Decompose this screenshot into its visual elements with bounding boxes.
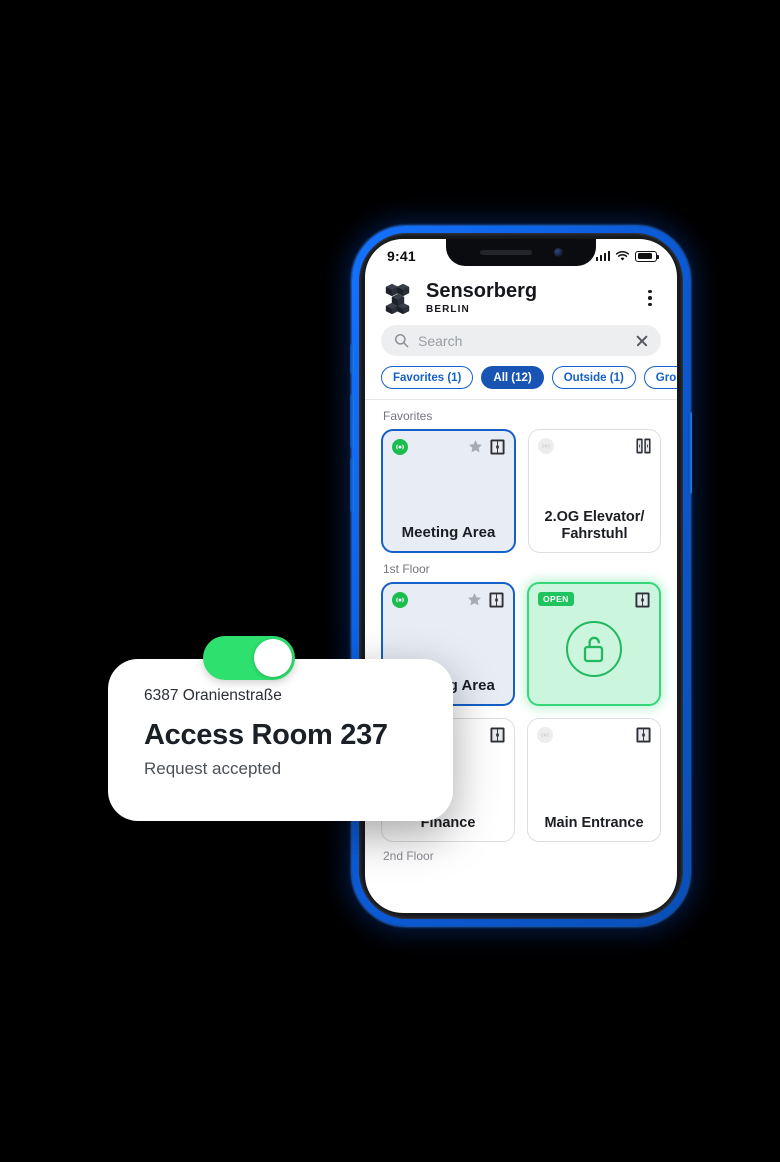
power-button[interactable] xyxy=(688,412,692,494)
brand-name: Sensorberg xyxy=(426,280,538,302)
volume-up-button[interactable] xyxy=(350,394,354,448)
door-card-label xyxy=(529,695,659,704)
sensorberg-cubes-logo xyxy=(385,283,410,314)
toggle-switch-on[interactable] xyxy=(203,636,295,680)
toast-eyebrow: 6387 Oranienstraße xyxy=(144,687,282,704)
search-placeholder: Search xyxy=(418,332,463,349)
toast-title: Access Room 237 xyxy=(144,719,388,751)
toast-subtitle: Request accepted xyxy=(144,759,282,778)
door-card-elevator[interactable]: 2.OG Elevator/ Fahrstuhl xyxy=(528,429,661,553)
card-grid-favorites: Meeting Area 2.OG Elevator/ Fahrstuhl xyxy=(365,429,677,553)
speaker-grille xyxy=(479,250,532,255)
search-input[interactable]: Search xyxy=(381,325,661,356)
front-camera xyxy=(553,248,563,257)
device-notch xyxy=(446,239,596,266)
door-icon xyxy=(490,727,505,743)
brand-block: Sensorberg BERLIN xyxy=(426,280,639,316)
notification-toast[interactable]: 6387 Oranienstraße Access Room 237 Reque… xyxy=(108,636,453,821)
filter-chips[interactable]: Favorites (1) All (12) Outside (1) Groun… xyxy=(365,366,677,400)
door-card-open[interactable]: OPEN xyxy=(527,582,661,706)
close-icon[interactable] xyxy=(635,334,649,348)
app-header: Sensorberg BERLIN xyxy=(365,273,677,323)
bluetooth-off-icon xyxy=(538,438,554,454)
section-label-second-floor: 2nd Floor xyxy=(383,849,434,863)
status-time: 9:41 xyxy=(387,248,416,264)
filter-chip-ground[interactable]: Ground xyxy=(643,366,677,389)
kebab-menu-icon[interactable] xyxy=(639,289,661,307)
brand-subtitle: BERLIN xyxy=(426,304,470,315)
bluetooth-connected-icon xyxy=(392,439,408,455)
door-card-main-entrance[interactable]: Main Entrance xyxy=(527,718,661,842)
star-icon[interactable] xyxy=(468,439,483,454)
unlocked-padlock-icon[interactable] xyxy=(566,620,622,677)
filter-chip-all[interactable]: All (12) xyxy=(481,366,544,389)
mute-switch-button[interactable] xyxy=(350,344,354,374)
card-center xyxy=(529,608,659,695)
cellular-signal-icon xyxy=(595,251,610,261)
filter-chip-favorites[interactable]: Favorites (1) xyxy=(381,366,474,389)
section-label-favorites: Favorites xyxy=(383,409,433,423)
door-card-label: Meeting Area xyxy=(401,524,496,542)
star-icon[interactable] xyxy=(467,592,482,607)
wifi-icon xyxy=(615,250,630,261)
status-badge-open: OPEN xyxy=(538,592,574,606)
bluetooth-connected-icon xyxy=(392,592,408,608)
search-icon xyxy=(394,333,409,348)
filter-chip-outside[interactable]: Outside (1) xyxy=(551,366,636,389)
elevator-icon xyxy=(636,438,651,454)
bluetooth-off-icon xyxy=(537,727,553,743)
status-icons xyxy=(595,250,659,262)
volume-down-button[interactable] xyxy=(350,458,354,512)
door-icon xyxy=(489,592,504,608)
door-card-label: 2.OG Elevator/ Fahrstuhl xyxy=(544,508,645,542)
door-icon xyxy=(636,727,651,743)
search-row: Search xyxy=(365,323,677,366)
toggle-knob xyxy=(254,639,292,677)
door-card-meeting-area[interactable]: Meeting Area xyxy=(381,429,516,553)
door-icon xyxy=(635,592,650,608)
battery-icon xyxy=(635,250,659,262)
door-card-label: Main Entrance xyxy=(544,814,644,831)
phone-device: 9:41 Sensorberg BERLIN Search Favorites … xyxy=(350,226,692,926)
section-label-first-floor: 1st Floor xyxy=(383,562,430,576)
door-icon xyxy=(490,439,505,455)
